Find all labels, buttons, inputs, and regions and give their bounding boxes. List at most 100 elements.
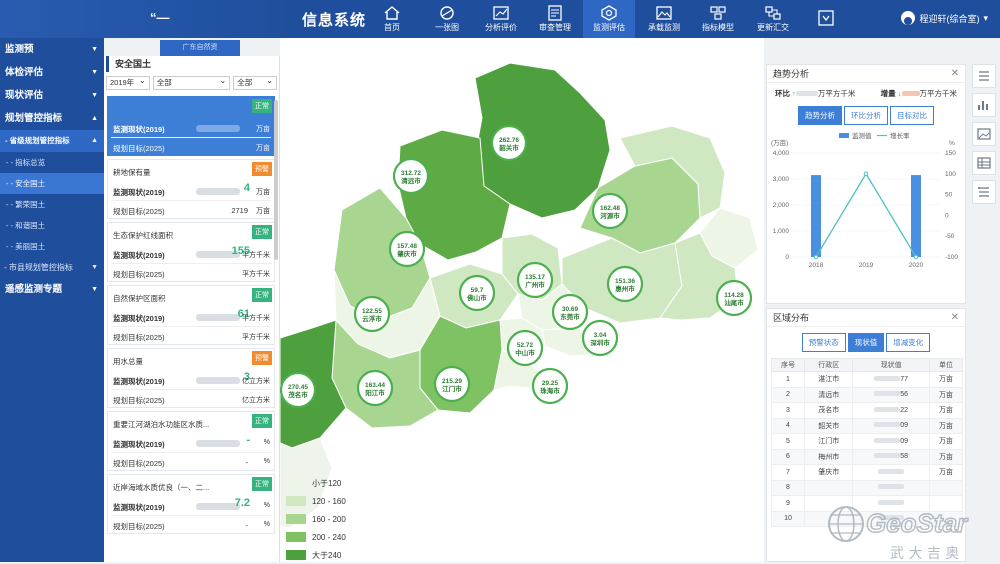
nav-model[interactable]: 指标模型: [692, 0, 744, 38]
city-value-bubble[interactable]: 162.48河源市: [591, 192, 629, 230]
column-header[interactable]: 单位: [928, 358, 964, 372]
sidebar-item-status[interactable]: 现状评估 ▼: [0, 84, 104, 107]
city-value-bubble[interactable]: 135.17广州市: [516, 261, 554, 299]
target-label: 规划目标(2025): [113, 144, 165, 153]
nav-monitoring[interactable]: 监测评估: [583, 0, 635, 38]
sidebar: 监测预 ▼ 体检评估 ▼ 现状评估 ▼ 规划管控指标 ▲ - 省级规划管控指标 ▲ - -…: [0, 38, 104, 562]
sidebar-item-harmonious-land[interactable]: - - 和谐国土: [0, 215, 104, 236]
nav-review[interactable]: 审查管理: [529, 0, 581, 38]
table-row[interactable]: 8: [771, 479, 964, 496]
city-value-bubble[interactable]: 30.69东莞市: [551, 293, 589, 331]
list-tool-button[interactable]: [972, 64, 996, 88]
tab-target[interactable]: 目标对比: [890, 106, 934, 125]
sidebar-item-provincial[interactable]: - 省级规划管控指标 ▲: [0, 130, 104, 152]
legend-swatch: [286, 550, 306, 560]
bubble-value: 59.7: [471, 287, 484, 294]
indicator-card[interactable]: 耕地保有量 预警 监测现状(2019) 4 万亩 规划目标(2025) 2719 万亩: [107, 159, 275, 219]
table-row[interactable]: 1 湛江市 77 万亩: [771, 371, 964, 388]
tab-trend[interactable]: 趋势分析: [798, 106, 842, 125]
city-value-bubble[interactable]: 163.44阳江市: [356, 369, 394, 407]
column-header[interactable]: 行政区: [803, 358, 854, 372]
sidebar-item-checkup[interactable]: 体检评估 ▼: [0, 61, 104, 84]
map-view[interactable]: 262.76 韶关市 312.72 清远市 162.48 河源市 157.48 肇庆市 135.…: [279, 38, 764, 562]
data-bar: [911, 175, 921, 257]
table-header-row: 序号 行政区 现状值 单位: [771, 358, 964, 372]
region-name: [803, 479, 854, 496]
dropdown-icon: [818, 10, 834, 26]
city-value-bubble[interactable]: 3.04深圳市: [581, 319, 619, 357]
indicator-name: 耕地保有量: [113, 168, 151, 177]
chart-tool-button[interactable]: [972, 93, 996, 117]
city-value-bubble[interactable]: 312.72清远市: [392, 157, 430, 195]
close-icon[interactable]: ✕: [951, 65, 959, 83]
tab-change[interactable]: 增减变化: [886, 333, 931, 352]
tab-warning[interactable]: 预警状态: [801, 333, 846, 352]
sidebar-item-monitoring[interactable]: 监测预 ▼: [0, 38, 104, 61]
status-select[interactable]: 全部: [233, 75, 277, 90]
sidebar-item-prosperous-land[interactable]: - - 繁荣国土: [0, 194, 104, 215]
table-row[interactable]: 3 茂名市 22 万亩: [771, 402, 964, 419]
bubble-city: 肇庆市: [396, 249, 417, 258]
sidebar-item-label: - 市县规划管控指标: [4, 263, 73, 272]
region-unit: 万亩: [928, 448, 964, 465]
bubble-value: 157.48: [397, 243, 417, 250]
sidebar-item-remote-sensing[interactable]: 遥感监测专题 ▼: [0, 278, 104, 301]
trend-stats: 环比 ↑ 万平方千米 增量 ↓ 万平方千米: [767, 83, 965, 104]
indicator-card[interactable]: 用水总量 预警 监测现状(2019) 3 亿立方米 规划目标(2025) 亿立方米: [107, 348, 275, 408]
user-menu[interactable]: 程迎轩(综合室) ▾: [901, 11, 988, 25]
city-value-bubble[interactable]: 157.48肇庆市: [388, 230, 426, 268]
nav-home[interactable]: 首页: [366, 0, 418, 38]
divider: [111, 200, 271, 201]
blurred-value: [878, 484, 905, 490]
sidebar-item-overview[interactable]: - - 指标总览: [0, 152, 104, 173]
y2-tick-label: 50: [945, 192, 953, 199]
nav-more[interactable]: [804, 0, 848, 38]
table-tool-button[interactable]: [972, 151, 996, 175]
city-value-bubble[interactable]: 114.28汕尾市: [715, 279, 753, 317]
indicator-card[interactable]: 近岸海域水质优良（一、二... 正常 监测现状(2019) 7.2% 规划目标(2025…: [107, 474, 275, 534]
image-tool-button[interactable]: [972, 122, 996, 146]
bubble-city: 惠州市: [615, 284, 635, 293]
column-header[interactable]: 序号: [771, 358, 805, 372]
city-value-bubble[interactable]: 262.76韶关市: [490, 124, 528, 162]
city-value-bubble[interactable]: 122.55云浮市: [353, 295, 391, 333]
bubble-value: 122.55: [362, 308, 382, 315]
sidebar-item-control-index[interactable]: 规划管控指标 ▲: [0, 107, 104, 130]
city-value-bubble[interactable]: 52.72中山市: [506, 329, 544, 367]
sub-tab[interactable]: 广东自然资: [160, 40, 240, 56]
sidebar-item-city-county[interactable]: - 市县规划管控指标 ▼: [0, 257, 104, 278]
indicator-card[interactable]: 生态保护红线面积 正常 监测现状(2019) 155 平方千米 规划目标(2025) - 平方…: [107, 222, 275, 282]
table-row[interactable]: 6 梅州市 58 万亩: [771, 448, 964, 465]
city-value-bubble[interactable]: 151.36惠州市: [606, 265, 644, 303]
nav-onemap[interactable]: 一张图: [421, 0, 473, 38]
indicator-card[interactable]: 重要江河湖泊水功能区水质... 正常 监测现状(2019) -% 规划目标(2025) -…: [107, 411, 275, 471]
category-select[interactable]: 全部: [152, 75, 231, 90]
indicator-card[interactable]: 自然保护区面积 正常 监测现状(2019) 61 平方千米 规划目标(2025) - 平方千米: [107, 285, 275, 345]
city-value-bubble[interactable]: 59.7佛山市: [458, 274, 496, 312]
nav-update[interactable]: 更新汇交: [747, 0, 799, 38]
indicator-card[interactable]: 正常 监测现状(2019) 万亩 规划目标(2025) 万亩: [107, 96, 275, 156]
region-unit: 万亩: [928, 386, 964, 403]
nav-analysis[interactable]: 分析评价: [475, 0, 527, 38]
bubble-value: 151.36: [615, 278, 635, 285]
city-value-bubble[interactable]: 270.45茂名市: [279, 371, 317, 409]
city-value-bubble[interactable]: 215.29江门市: [433, 365, 471, 403]
table-row[interactable]: 7 肇庆市 万亩: [771, 464, 964, 481]
target-unit: 万亩: [256, 145, 270, 152]
close-icon[interactable]: ✕: [951, 309, 959, 327]
city-value-bubble[interactable]: 29.25珠海市: [531, 367, 569, 405]
column-header[interactable]: 现状值: [852, 358, 930, 372]
sidebar-item-beautiful-land[interactable]: - - 美丽国土: [0, 236, 104, 257]
menu-tool-button[interactable]: [972, 180, 996, 204]
status-badge: 正常: [252, 288, 272, 302]
tab-current[interactable]: 现状值: [847, 333, 885, 352]
tab-huanbi[interactable]: 环比分析: [844, 106, 888, 125]
table-row[interactable]: 4 韶关市 09 万亩: [771, 417, 964, 434]
nav-carrying[interactable]: 承载监测: [638, 0, 690, 38]
sidebar-item-safe-land[interactable]: - - 安全国土: [0, 173, 104, 194]
table-row[interactable]: 2 清远市 56 万亩: [771, 386, 964, 403]
guangdong-map[interactable]: 262.76韶关市 312.72清远市 162.48河源市 157.48肇庆市 135.…: [279, 38, 764, 562]
table-row[interactable]: 5 江门市 09 万亩: [771, 433, 964, 450]
scrollbar[interactable]: [274, 100, 278, 260]
year-select[interactable]: 2019年: [106, 75, 150, 90]
